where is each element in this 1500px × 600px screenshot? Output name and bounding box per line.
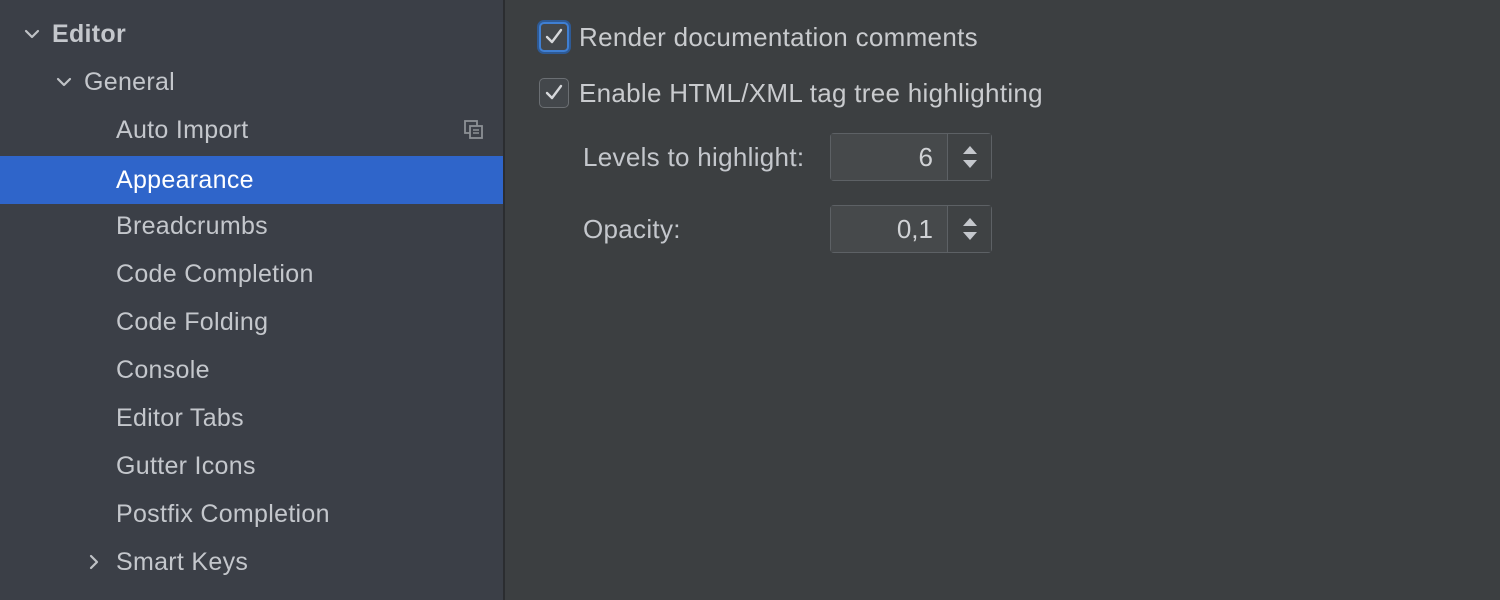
levels-to-highlight-row: Levels to highlight: <box>583 133 804 181</box>
tag-tree-highlighting-checkbox[interactable] <box>539 78 569 108</box>
sidebar-item-appearance[interactable]: Appearance <box>0 156 503 204</box>
spinner-arrows-icon[interactable] <box>947 206 991 252</box>
tag-tree-highlighting-option[interactable]: Enable HTML/XML tag tree highlighting <box>539 75 1043 111</box>
sidebar-item-console[interactable]: Console <box>0 346 503 394</box>
sidebar-item-label: General <box>84 67 176 96</box>
sidebar-item-label: Editor Tabs <box>116 403 244 432</box>
sidebar-item-label: Console <box>116 355 210 384</box>
settings-window: Editor General Auto Import Appearance Br… <box>0 0 1500 600</box>
render-doc-comments-checkbox[interactable] <box>539 22 569 52</box>
copy-icon <box>464 120 483 139</box>
render-doc-comments-label: Render documentation comments <box>579 21 978 52</box>
opacity-input[interactable]: 0,1 <box>831 206 947 252</box>
chevron-right-icon[interactable] <box>84 552 104 572</box>
sidebar-item-editor-tabs[interactable]: Editor Tabs <box>0 394 503 442</box>
sidebar-item-label: Gutter Icons <box>116 451 256 480</box>
checkmark-icon <box>545 28 563 44</box>
sidebar-item-general[interactable]: General <box>0 58 503 106</box>
opacity-spinner[interactable]: 0,1 <box>830 205 992 253</box>
spinner-arrows-icon[interactable] <box>947 134 991 180</box>
sidebar-item-label: Smart Keys <box>116 547 249 576</box>
settings-content-panel: Render documentation comments Enable HTM… <box>505 0 1500 600</box>
levels-to-highlight-spinner[interactable]: 6 <box>830 133 992 181</box>
levels-to-highlight-input[interactable]: 6 <box>831 134 947 180</box>
sidebar-item-editor[interactable]: Editor <box>0 10 503 58</box>
chevron-down-icon[interactable] <box>54 72 74 92</box>
sidebar-item-postfix-completion[interactable]: Postfix Completion <box>0 490 503 538</box>
levels-to-highlight-label: Levels to highlight: <box>583 141 805 172</box>
sidebar-item-gutter-icons[interactable]: Gutter Icons <box>0 442 503 490</box>
sidebar-item-code-completion[interactable]: Code Completion <box>0 250 503 298</box>
sidebar-item-auto-import[interactable]: Auto Import <box>0 106 503 154</box>
sidebar-item-label: Postfix Completion <box>116 499 330 528</box>
opacity-label: Opacity: <box>583 213 681 244</box>
sidebar-item-label: Code Completion <box>116 259 314 288</box>
sidebar-item-label: Breadcrumbs <box>116 211 268 240</box>
tag-tree-highlighting-label: Enable HTML/XML tag tree highlighting <box>579 77 1043 108</box>
sidebar-item-label: Code Folding <box>116 307 269 336</box>
chevron-down-icon[interactable] <box>22 24 42 44</box>
sidebar-item-code-folding[interactable]: Code Folding <box>0 298 503 346</box>
render-doc-comments-option[interactable]: Render documentation comments <box>539 19 978 55</box>
sidebar-item-label: Auto Import <box>116 115 249 144</box>
sidebar-item-smart-keys[interactable]: Smart Keys <box>0 538 503 586</box>
sidebar-item-breadcrumbs[interactable]: Breadcrumbs <box>0 202 503 250</box>
sidebar-item-label: Appearance <box>116 165 254 194</box>
checkmark-icon <box>545 84 563 100</box>
sidebar-item-label: Editor <box>52 19 127 48</box>
opacity-row: Opacity: <box>583 205 681 253</box>
settings-sidebar: Editor General Auto Import Appearance Br… <box>0 0 505 600</box>
